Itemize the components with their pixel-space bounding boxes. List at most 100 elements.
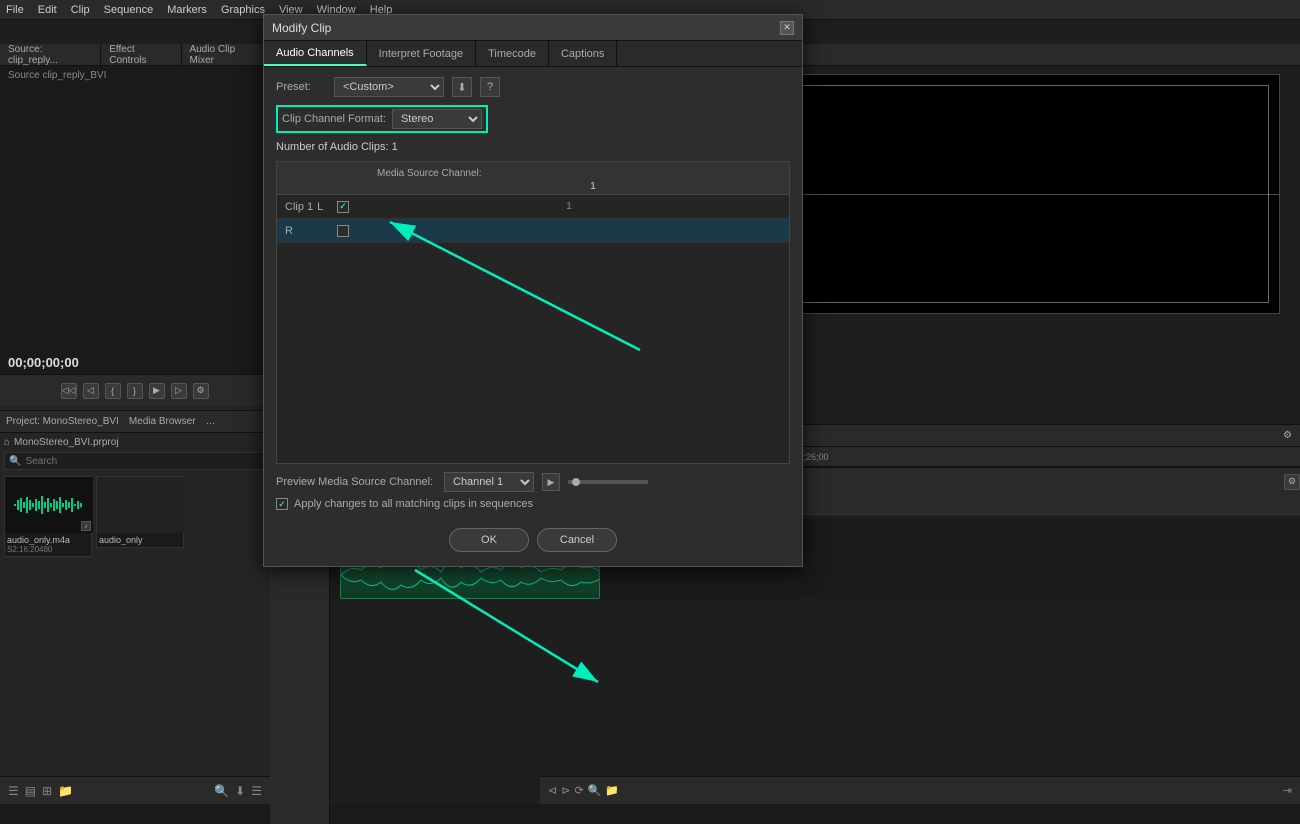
cancel-button[interactable]: Cancel bbox=[537, 528, 617, 552]
menu-item-edit[interactable]: Edit bbox=[38, 4, 57, 16]
panel-icon-icon-view[interactable]: ⊞ bbox=[42, 784, 52, 798]
left-panel-tabs: Source: clip_reply... Effect Controls Au… bbox=[0, 44, 269, 66]
project-title: Project: MonoStereo_BVI bbox=[6, 416, 119, 427]
channel-L-label: L bbox=[317, 201, 323, 213]
media-source-num: 1 bbox=[397, 181, 789, 192]
tl-tool-5[interactable]: 📁 bbox=[605, 784, 619, 797]
menu-item-clip[interactable]: Clip bbox=[71, 4, 90, 16]
preset-save-btn[interactable]: ⬇ bbox=[452, 77, 472, 97]
mark-out-btn[interactable]: } bbox=[127, 383, 143, 399]
dialog-titlebar: Modify Clip ✕ bbox=[264, 15, 802, 41]
project-extra-tab[interactable]: … bbox=[206, 416, 216, 427]
source-label: Source clip_reply_BVI bbox=[8, 70, 106, 81]
project-panel: Project: MonoStereo_BVI Media Browser … … bbox=[0, 410, 270, 804]
media-browser-tab[interactable]: Media Browser bbox=[129, 416, 196, 427]
clip-thumb-audio-only-m4a[interactable]: ♪ audio_only.m4a S2:16:20480 bbox=[4, 476, 92, 557]
channel-L-checkbox[interactable]: ✓ bbox=[337, 201, 349, 213]
clip-meta-audio-only bbox=[97, 545, 183, 547]
apply-label: Apply changes to all matching clips in s… bbox=[294, 498, 533, 510]
apply-row: ✓ Apply changes to all matching clips in… bbox=[276, 498, 790, 510]
search-icon: 🔍 bbox=[9, 456, 21, 467]
project-clips-area: ♪ audio_only.m4a S2:16:20480 audio_only bbox=[0, 472, 270, 561]
preview-volume-slider[interactable] bbox=[568, 480, 648, 484]
clip-row-label: Clip 1 L bbox=[277, 201, 337, 213]
mark-in-btn[interactable]: { bbox=[105, 383, 121, 399]
preset-row: Preset: <Custom> ⬇ ? bbox=[276, 77, 790, 97]
panel-icon-zoom[interactable]: 🔍 bbox=[214, 784, 229, 798]
menu-item-markers[interactable]: Markers bbox=[167, 4, 207, 16]
clip-name-audio-m4a: audio_only.m4a bbox=[5, 533, 91, 545]
settings-btn[interactable]: ⚙ bbox=[193, 383, 209, 399]
left-panel: Source: clip_reply... Effect Controls Au… bbox=[0, 44, 270, 804]
tl-settings[interactable]: ⚙ bbox=[1284, 474, 1300, 490]
channel-format-select[interactable]: Stereo bbox=[392, 109, 482, 129]
tl-tool-3[interactable]: ⟳ bbox=[574, 784, 583, 797]
timecode-display: 00;00;00;00 bbox=[8, 355, 79, 370]
project-panel-header: Project: MonoStereo_BVI Media Browser … bbox=[0, 411, 270, 433]
bottom-toolbar: ⊲ ⊳ ⟳ 🔍 📁 ⇥ bbox=[540, 776, 1300, 804]
panel-icon-sort[interactable]: ⬇ bbox=[235, 784, 245, 798]
dialog-close-button[interactable]: ✕ bbox=[780, 21, 794, 35]
tl-tool-4[interactable]: 🔍 bbox=[588, 784, 602, 797]
project-search-input[interactable] bbox=[25, 456, 185, 467]
channel-R-checkbox[interactable] bbox=[337, 225, 349, 237]
play-btn[interactable]: ▶ bbox=[149, 383, 165, 399]
source-monitor: Source clip_reply_BVI 00;00;00;00 ◁◁ ◁ {… bbox=[0, 66, 269, 406]
slider-handle bbox=[572, 478, 580, 486]
menu-item-sequence[interactable]: Sequence bbox=[104, 4, 154, 16]
panel-icon-folder[interactable]: 📁 bbox=[58, 784, 73, 798]
preview-channel-select[interactable]: Channel 1 bbox=[444, 472, 534, 492]
channel-grid: Media Source Channel: 1 Clip 1 L ✓ 1 bbox=[276, 161, 790, 464]
prev-frame-btn[interactable]: ◁◁ bbox=[61, 383, 77, 399]
dialog-title: Modify Clip bbox=[272, 21, 331, 35]
tl-tool-2[interactable]: ⊳ bbox=[561, 784, 570, 797]
preview-source-row: Preview Media Source Channel: Channel 1 … bbox=[276, 472, 790, 492]
timeline-tools[interactable]: ⚙ bbox=[1283, 430, 1292, 441]
next-btn[interactable]: ▷ bbox=[171, 383, 187, 399]
tab-effect-controls[interactable]: Effect Controls bbox=[101, 44, 181, 65]
menu-item-graphics[interactable]: Graphics bbox=[221, 4, 265, 16]
clip-audio-icon: ♪ bbox=[81, 521, 91, 531]
prev-btn[interactable]: ◁ bbox=[83, 383, 99, 399]
tab-source[interactable]: Source: clip_reply... bbox=[0, 44, 101, 65]
dialog-tab-audio-channels[interactable]: Audio Channels bbox=[264, 41, 367, 66]
tl-playhead-btn[interactable]: ⇥ bbox=[1283, 784, 1292, 797]
preview-play-btn[interactable]: ▶ bbox=[542, 473, 560, 491]
grid-row-clip1-R: R bbox=[277, 219, 789, 243]
clip-row-text: Clip 1 bbox=[285, 201, 313, 213]
channel-empty-area bbox=[277, 243, 789, 463]
dialog-tab-interpret-footage[interactable]: Interpret Footage bbox=[367, 41, 476, 66]
preview-source-label: Preview Media Source Channel: bbox=[276, 476, 436, 488]
clip-thumb-audio-only[interactable]: audio_only bbox=[96, 476, 184, 548]
channel-R-label-cell: R bbox=[277, 225, 337, 237]
channel-grid-header: Media Source Channel: 1 bbox=[277, 162, 789, 195]
dialog-body: Preset: <Custom> ⬇ ? Clip Channel Format… bbox=[264, 67, 802, 566]
transport-bar: ◁◁ ◁ { } ▶ ▷ ⚙ bbox=[0, 374, 269, 406]
dialog-tab-timecode[interactable]: Timecode bbox=[476, 41, 549, 66]
dialog-tabs: Audio Channels Interpret Footage Timecod… bbox=[264, 41, 802, 67]
ok-button[interactable]: OK bbox=[449, 528, 529, 552]
panel-icon-settings[interactable]: ☰ bbox=[251, 784, 262, 798]
dialog-tab-captions[interactable]: Captions bbox=[549, 41, 617, 66]
panel-icon-list[interactable]: ▤ bbox=[25, 784, 36, 798]
project-name-label: MonoStereo_BVI.prproj bbox=[14, 437, 119, 448]
modify-clip-dialog: Modify Clip ✕ Audio Channels Interpret F… bbox=[263, 14, 803, 567]
tl-tool-1[interactable]: ⊲ bbox=[548, 784, 557, 797]
grid-row-clip1-L: Clip 1 L ✓ 1 bbox=[277, 195, 789, 219]
channel-format-label: Clip Channel Format: bbox=[282, 113, 386, 125]
grid-header-clip bbox=[277, 164, 337, 192]
grid-header-lr bbox=[337, 164, 377, 192]
num-clips-row: Number of Audio Clips: 1 bbox=[276, 141, 790, 153]
media-source-header: Media Source Channel: bbox=[377, 164, 789, 181]
panel-icon-new-item[interactable]: ☰ bbox=[8, 784, 19, 798]
preset-select[interactable]: <Custom> bbox=[334, 77, 444, 97]
clip-name-audio-only: audio_only bbox=[97, 533, 183, 545]
num-clips-val: 1 bbox=[392, 141, 398, 153]
media-source-label: Media Source Channel: bbox=[377, 168, 482, 179]
dialog-buttons: OK Cancel bbox=[276, 520, 790, 556]
audio-waveform-svg bbox=[14, 490, 84, 520]
tab-audio-clip-mixer[interactable]: Audio Clip Mixer bbox=[182, 44, 269, 65]
menu-item-file[interactable]: File bbox=[6, 4, 24, 16]
apply-checkbox[interactable]: ✓ bbox=[276, 498, 288, 510]
preset-info-btn[interactable]: ? bbox=[480, 77, 500, 97]
